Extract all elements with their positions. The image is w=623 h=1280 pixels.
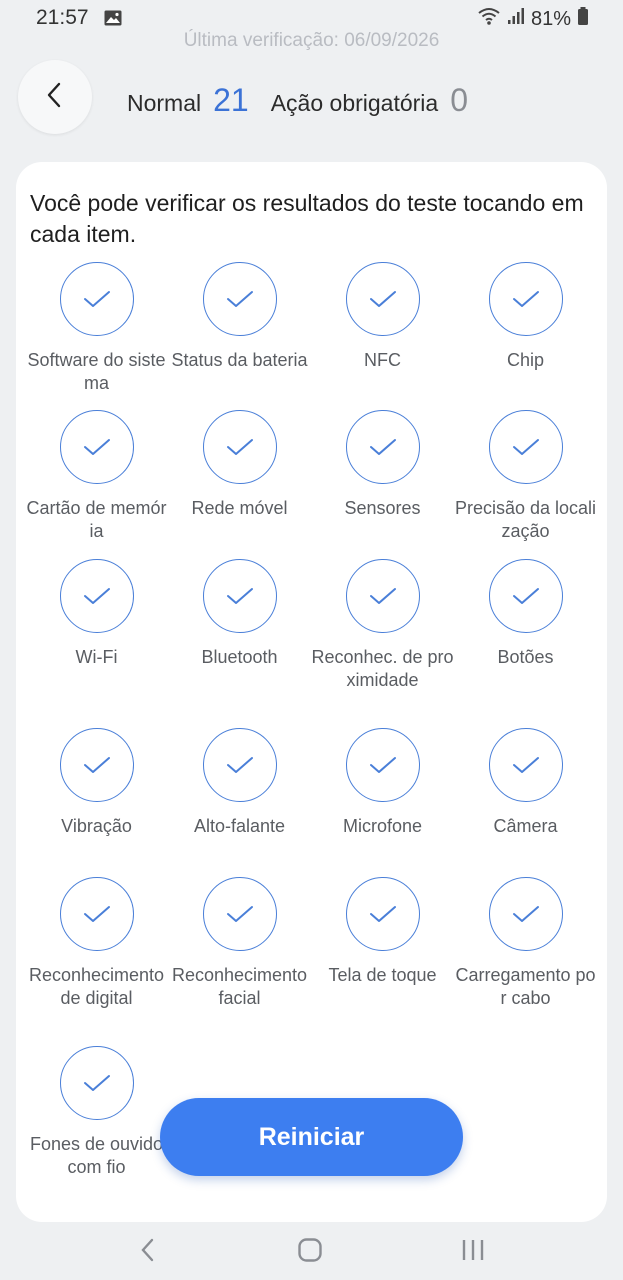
test-item-label: Status da bateria bbox=[171, 350, 308, 370]
check-icon bbox=[345, 410, 420, 484]
check-icon bbox=[59, 262, 134, 336]
check-icon bbox=[345, 877, 420, 951]
test-item[interactable]: Botões bbox=[454, 559, 597, 669]
test-item-label: Reconhecimento facial bbox=[171, 965, 308, 1008]
check-icon bbox=[59, 728, 134, 802]
check-icon bbox=[488, 877, 563, 951]
nav-recents-icon[interactable] bbox=[453, 1230, 493, 1270]
check-icon bbox=[345, 559, 420, 633]
test-item-label: Reconhecimento de digital bbox=[28, 965, 165, 1008]
signal-icon bbox=[507, 7, 525, 31]
test-item[interactable]: Tela de toque bbox=[311, 877, 454, 987]
last-check-text: Última verificação: 06/09/2026 bbox=[183, 30, 440, 51]
check-icon bbox=[202, 877, 277, 951]
test-item[interactable]: Precisão da localização bbox=[454, 410, 597, 543]
test-item[interactable]: Microfone bbox=[311, 728, 454, 838]
test-item-label: Wi-Fi bbox=[75, 647, 118, 667]
test-item[interactable]: Fones de ouvido com fio bbox=[25, 1046, 168, 1179]
check-icon bbox=[59, 559, 134, 633]
check-icon bbox=[202, 262, 277, 336]
check-icon bbox=[59, 410, 134, 484]
check-icon bbox=[59, 1046, 134, 1120]
test-item-label: Microfone bbox=[342, 816, 423, 836]
test-item[interactable]: Cartão de memória bbox=[25, 410, 168, 543]
test-item-label: Tela de toque bbox=[328, 965, 437, 985]
test-item-label: Sensores bbox=[344, 498, 421, 518]
check-icon bbox=[202, 728, 277, 802]
nav-home-icon[interactable] bbox=[290, 1230, 330, 1270]
test-item-label: Software do sistema bbox=[27, 350, 166, 393]
test-item-label: NFC bbox=[364, 350, 401, 370]
test-item-label: Fones de ouvido com fio bbox=[29, 1134, 164, 1177]
check-icon bbox=[488, 728, 563, 802]
results-card: Você pode verificar os resultados do tes… bbox=[16, 162, 607, 1222]
result-summary: Normal 21 Ação obrigatória 0 bbox=[127, 82, 468, 119]
test-item[interactable]: Câmera bbox=[454, 728, 597, 838]
check-icon bbox=[59, 877, 134, 951]
status-time: 21:57 bbox=[36, 6, 89, 29]
intro-text: Você pode verificar os resultados do tes… bbox=[30, 190, 584, 247]
action-required-count: 0 bbox=[450, 82, 469, 118]
check-icon bbox=[488, 410, 563, 484]
test-item-label: Chip bbox=[506, 350, 545, 370]
test-item-label: Precisão da localização bbox=[454, 498, 597, 541]
test-item-label: Cartão de memória bbox=[26, 498, 167, 541]
test-item[interactable]: Chip bbox=[454, 262, 597, 372]
test-item[interactable]: NFC bbox=[311, 262, 454, 372]
test-item[interactable]: Software do sistema bbox=[25, 262, 168, 395]
test-item[interactable]: Status da bateria bbox=[168, 262, 311, 372]
restart-button[interactable]: Reiniciar bbox=[160, 1098, 463, 1176]
navigation-bar bbox=[0, 1222, 623, 1280]
test-item[interactable]: Reconhecimento facial bbox=[168, 877, 311, 1010]
check-icon bbox=[488, 262, 563, 336]
chevron-left-icon bbox=[43, 80, 67, 115]
battery-icon bbox=[577, 7, 589, 31]
normal-count: 21 bbox=[213, 82, 249, 118]
normal-label: Normal bbox=[127, 90, 202, 116]
test-item-label: Reconhec. de proximidade bbox=[311, 647, 454, 690]
test-item[interactable]: Reconhec. de proximidade bbox=[311, 559, 454, 692]
action-required-label: Ação obrigatória bbox=[270, 90, 439, 116]
check-icon bbox=[345, 728, 420, 802]
wifi-icon bbox=[477, 6, 501, 32]
test-item[interactable]: Reconhecimento de digital bbox=[25, 877, 168, 1010]
test-item[interactable]: Bluetooth bbox=[168, 559, 311, 669]
test-item-label: Botões bbox=[497, 647, 554, 667]
test-item[interactable]: Wi-Fi bbox=[25, 559, 168, 669]
test-item[interactable]: Sensores bbox=[311, 410, 454, 520]
test-item-label: Bluetooth bbox=[201, 647, 278, 667]
test-item-label: Carregamento por cabo bbox=[455, 965, 596, 1008]
nav-back-icon[interactable] bbox=[128, 1230, 168, 1270]
test-item[interactable]: Vibração bbox=[25, 728, 168, 838]
test-item-label: Rede móvel bbox=[191, 498, 288, 518]
check-icon bbox=[488, 559, 563, 633]
test-item[interactable]: Rede móvel bbox=[168, 410, 311, 520]
check-icon bbox=[345, 262, 420, 336]
check-icon bbox=[202, 410, 277, 484]
test-item-label: Vibração bbox=[61, 816, 132, 836]
test-item[interactable]: Alto-falante bbox=[168, 728, 311, 838]
test-item-label: Alto-falante bbox=[193, 816, 286, 836]
test-item[interactable]: Carregamento por cabo bbox=[454, 877, 597, 1010]
check-icon bbox=[202, 559, 277, 633]
back-button[interactable] bbox=[18, 60, 92, 134]
gallery-icon bbox=[104, 10, 122, 26]
battery-percent: 81% bbox=[530, 7, 571, 30]
test-item-label: Câmera bbox=[493, 816, 558, 836]
